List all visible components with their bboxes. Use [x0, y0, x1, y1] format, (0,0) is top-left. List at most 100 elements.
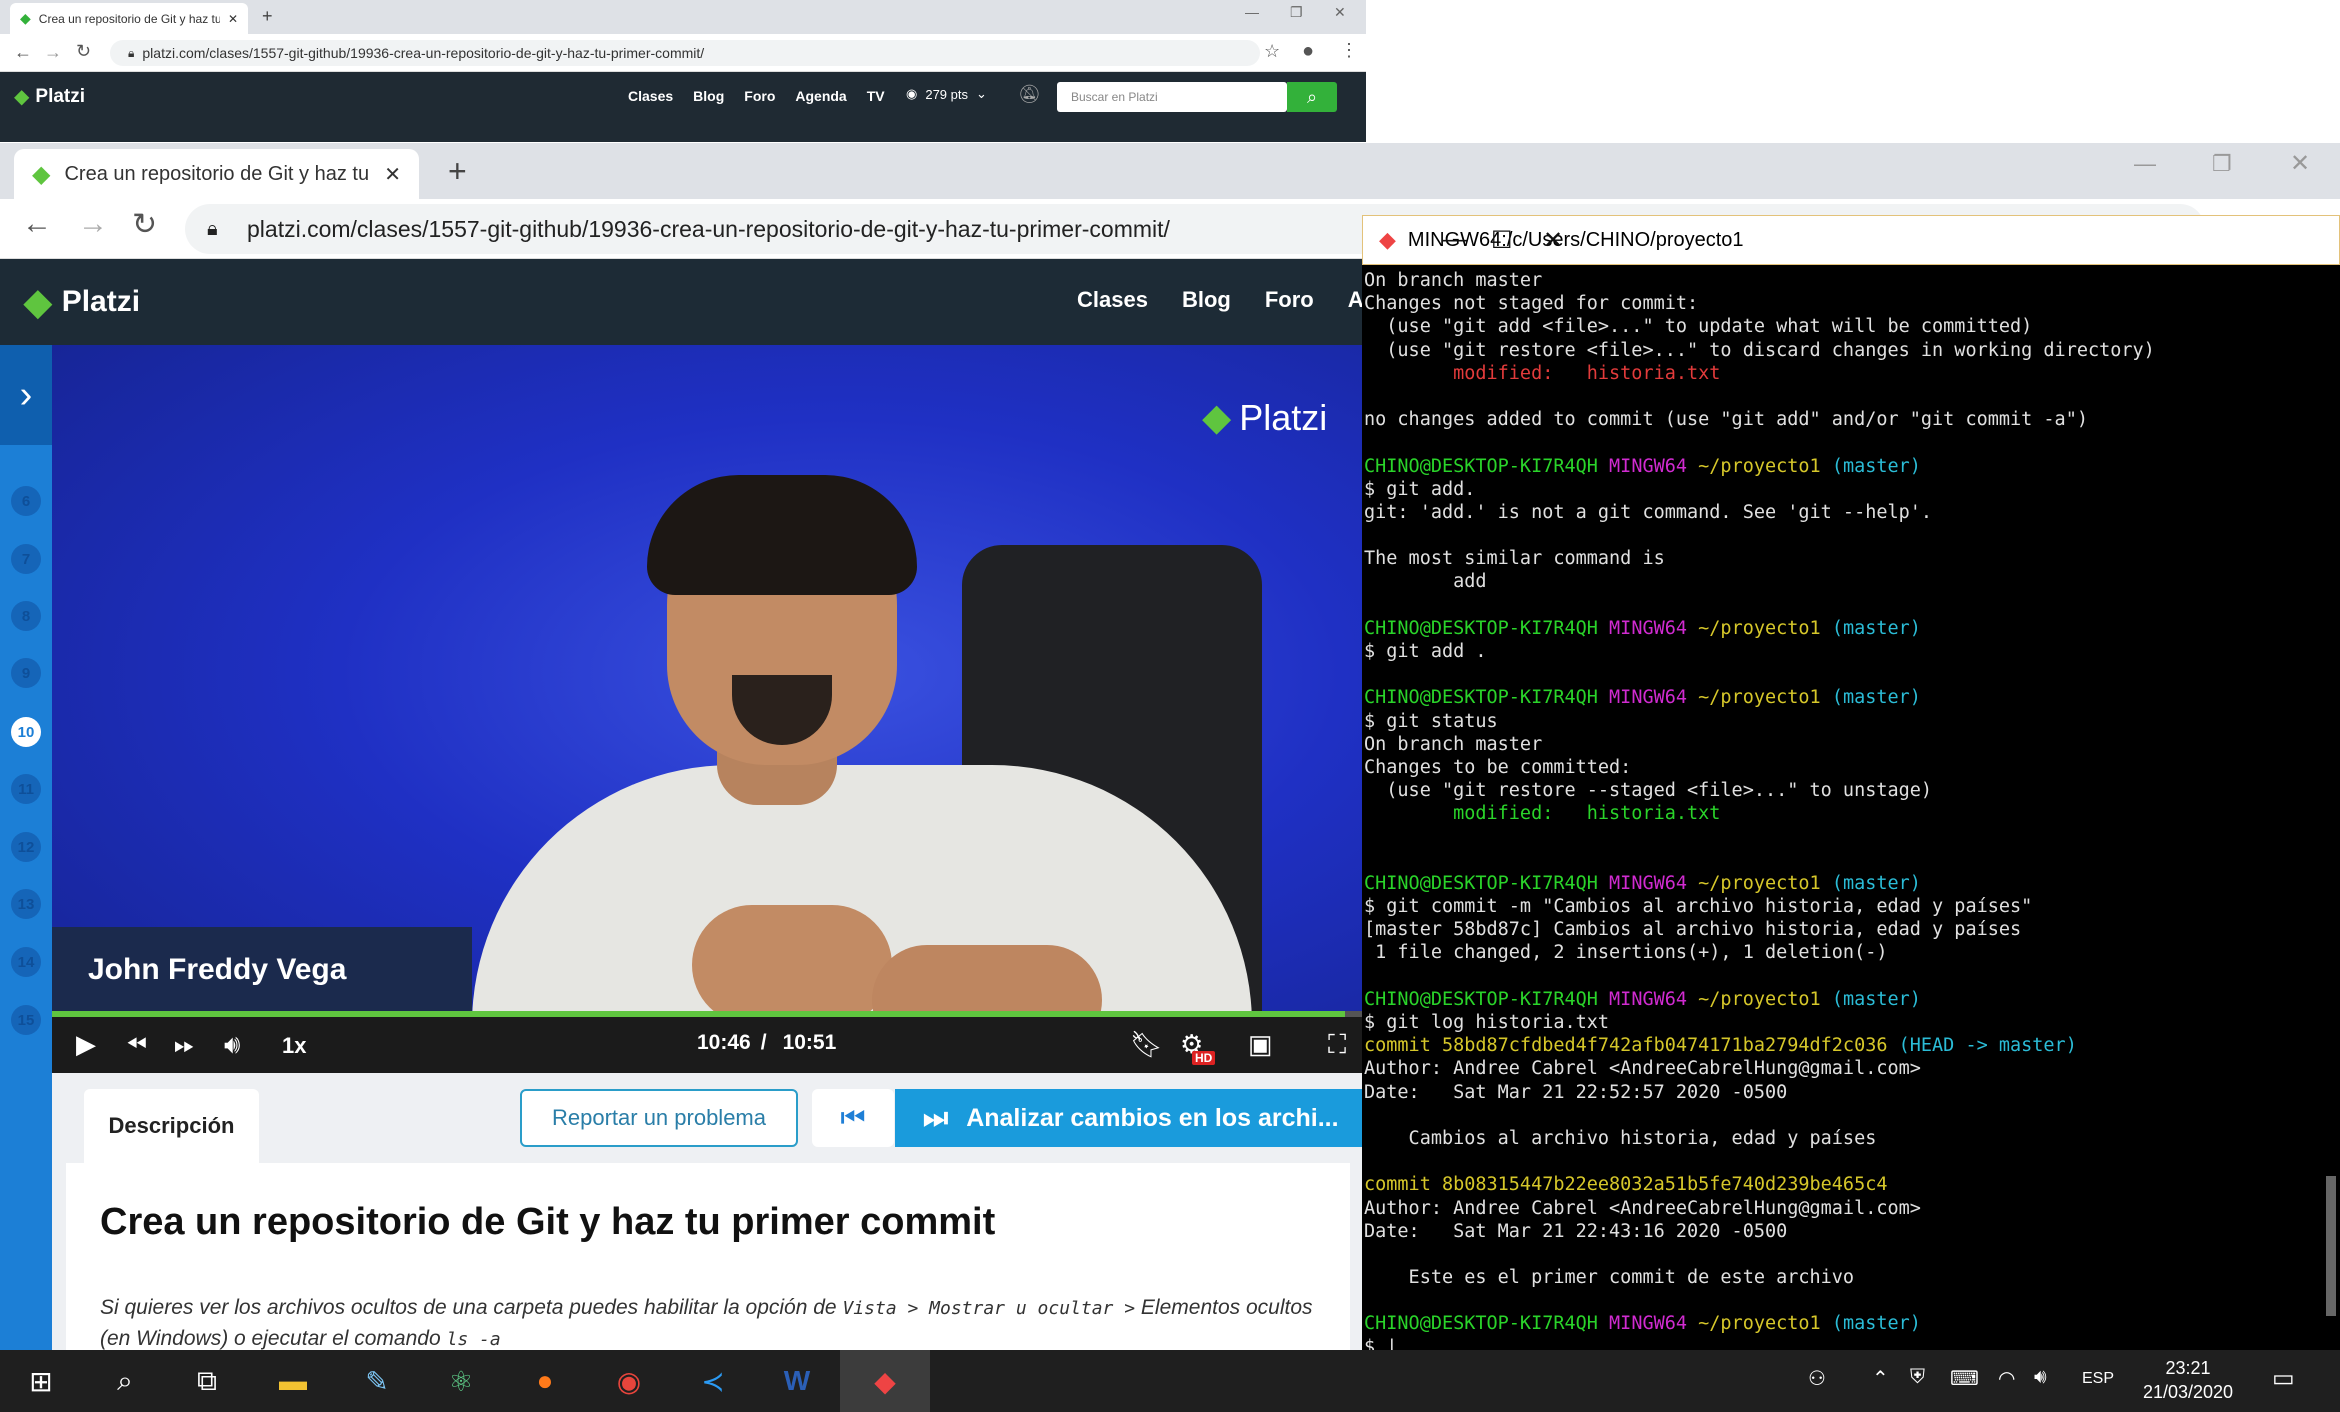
git-bash-terminal-window[interactable]: ◆ MINGW64:/c/Users/CHINO/proyecto1 — ☐ ✕…	[1362, 215, 2340, 1350]
commit-hash: commit 58bd87cfdbed4f742afb0474171ba2794…	[1364, 1035, 1888, 1057]
playback-speed[interactable]: 1x	[282, 1033, 306, 1059]
input-language[interactable]: ESP	[2082, 1370, 2114, 1388]
security-icon[interactable]: ⛨	[1910, 1366, 1925, 1389]
terminal-line: CHINO@DESKTOP-KI7R4QH MINGW64 ~/proyecto…	[1364, 455, 2340, 478]
back-nav-foro[interactable]: Foro	[744, 88, 775, 104]
back-tab-title: Crea un repositorio de Git y haz tu	[38, 11, 220, 26]
back-nav-links: Clases Blog Foro Agenda TV	[628, 88, 905, 104]
nav-foro[interactable]: Foro	[1265, 287, 1314, 313]
sidebar-step[interactable]: 11	[11, 774, 41, 804]
file-explorer-icon[interactable]: ▬	[272, 1360, 314, 1402]
new-tab-icon[interactable]: +	[262, 6, 273, 27]
close-window-icon[interactable]: ✕	[2290, 149, 2310, 178]
back-url-field[interactable]: 🔒︎ platzi.com/clases/1557-git-github/199…	[110, 40, 1260, 66]
close-tab-icon[interactable]: ✕	[228, 12, 238, 26]
forward-arrow-icon[interactable]: →	[44, 42, 62, 63]
sidebar-step[interactable]: 6	[11, 486, 41, 516]
maximize-icon[interactable]: ☐	[1491, 226, 1513, 255]
previous-lesson-button[interactable]: ⏮︎	[812, 1089, 894, 1147]
close-window-icon[interactable]: ✕	[1334, 4, 1346, 21]
new-tab-icon[interactable]: +	[448, 153, 467, 190]
back-nav-clases[interactable]: Clases	[628, 88, 673, 104]
picture-in-picture-icon[interactable]: ▣	[1248, 1029, 1273, 1060]
terminal-scrollbar[interactable]	[2326, 1176, 2336, 1316]
back-arrow-icon[interactable]: ←	[22, 207, 52, 241]
paint-app-icon[interactable]: ✎	[356, 1360, 398, 1402]
nav-blog[interactable]: Blog	[1182, 287, 1231, 313]
next-lesson-button[interactable]: ⏭︎ Analizar cambios en los archi...	[895, 1089, 1366, 1147]
firefox-icon[interactable]: ●	[524, 1360, 566, 1402]
maximize-icon[interactable]: ❐	[1290, 4, 1303, 21]
platzi-logo-icon: ◆	[24, 281, 52, 322]
back-search-input[interactable]: Buscar en Platzi	[1057, 82, 1287, 112]
vscode-icon[interactable]: ≺	[692, 1360, 734, 1402]
sidebar-step-active[interactable]: 10	[11, 717, 41, 747]
terminal-line: On branch master	[1364, 733, 1543, 755]
sidebar-step[interactable]: 9	[11, 658, 41, 688]
profile-icon[interactable]: ●	[1302, 40, 1314, 63]
terminal-line: commit 8b08315447b22ee8032a51b5fe740d239…	[1364, 1174, 1888, 1196]
back-browser-tab[interactable]: ◆ Crea un repositorio de Git y haz tu ✕	[10, 3, 248, 34]
sidebar-step[interactable]: 14	[11, 947, 41, 977]
video-player[interactable]: ◆ Platzi John Freddy Vega ▶ ⏪︎ ⏩︎ 🔊︎ 1x …	[52, 345, 1366, 1073]
windows-start-icon[interactable]: ⊞	[20, 1360, 62, 1402]
back-search-button[interactable]: ⌕	[1287, 82, 1337, 112]
rewind-icon[interactable]: ⏪︎	[126, 1029, 147, 1061]
terminal-line: (use "git restore <file>..." to discard …	[1364, 339, 2155, 361]
volume-icon[interactable]: 🔊︎	[2034, 1366, 2047, 1389]
minimize-icon[interactable]: —	[1443, 226, 1467, 254]
fullscreen-icon[interactable]: ⛶	[1328, 1029, 1346, 1061]
menu-dots-icon[interactable]: ⋮	[1340, 40, 1358, 61]
prompt-path: ~/proyecto1	[1698, 1313, 1821, 1335]
report-problem-button[interactable]: Reportar un problema	[520, 1089, 798, 1147]
sidebar-step[interactable]: 7	[11, 544, 41, 574]
play-icon[interactable]: ▶	[76, 1029, 96, 1060]
restore-icon[interactable]: ❐	[2212, 151, 2232, 177]
forward-arrow-icon[interactable]: →	[78, 207, 108, 241]
notification-bell-icon[interactable]: 🔕︎	[1018, 84, 1041, 105]
volume-icon[interactable]: 🔊︎	[224, 1029, 240, 1061]
background-browser-window: ◆ Crea un repositorio de Git y haz tu ✕ …	[0, 0, 1366, 145]
back-platzi-logo[interactable]: ◆ Platzi	[14, 84, 85, 109]
people-icon[interactable]: ⚇	[1808, 1366, 1826, 1391]
minimize-icon[interactable]: —	[2134, 151, 2156, 177]
back-arrow-icon[interactable]: ←	[14, 42, 32, 63]
nav-clases[interactable]: Clases	[1077, 287, 1148, 313]
system-clock[interactable]: 23:21 21/03/2020	[2128, 1356, 2248, 1404]
notifications-icon[interactable]: ▭	[2272, 1364, 2295, 1393]
close-tab-icon[interactable]: ✕	[384, 162, 401, 187]
word-icon[interactable]: W	[776, 1360, 818, 1402]
keyboard-icon[interactable]: ⌨	[1950, 1366, 1979, 1391]
git-bash-icon[interactable]: ◆	[864, 1360, 906, 1402]
chrome-icon[interactable]: ◉	[608, 1360, 650, 1402]
back-nav-tv[interactable]: TV	[867, 88, 885, 104]
atom-editor-icon[interactable]: ⚛	[440, 1360, 482, 1402]
wifi-icon[interactable]: ◠	[1998, 1366, 2015, 1391]
bookmark-icon[interactable]: 🔖︎	[1130, 1029, 1163, 1060]
sidebar-step[interactable]: 13	[11, 889, 41, 919]
back-nav-blog[interactable]: Blog	[693, 88, 724, 104]
sidebar-step[interactable]: 8	[11, 601, 41, 631]
show-hidden-icons-icon[interactable]: ⌃	[1872, 1366, 1889, 1391]
expand-sidebar-button[interactable]: ›	[0, 345, 52, 445]
back-nav-agenda[interactable]: Agenda	[795, 88, 846, 104]
terminal-output[interactable]: On branch master Changes not staged for c…	[1362, 265, 2340, 1350]
fast-forward-icon[interactable]: ⏩︎	[174, 1029, 195, 1061]
sidebar-step[interactable]: 12	[11, 832, 41, 862]
tab-description[interactable]: Descripción	[84, 1089, 259, 1163]
reload-icon[interactable]: ↻	[132, 207, 157, 242]
task-view-icon[interactable]: ⧉	[186, 1360, 228, 1402]
prompt-user: CHINO@DESKTOP-KI7R4QH	[1364, 988, 1598, 1010]
reload-icon[interactable]: ↻	[76, 41, 91, 62]
minimize-icon[interactable]: —	[1245, 4, 1259, 20]
sidebar-step[interactable]: 15	[11, 1005, 41, 1035]
search-icon[interactable]: ⌕	[104, 1360, 146, 1402]
terminal-line: Cambios al archivo historia, edad y país…	[1364, 1127, 1877, 1149]
platzi-logo-icon: ◆	[14, 86, 30, 108]
close-window-icon[interactable]: ✕	[1543, 226, 1563, 255]
star-icon[interactable]: ☆	[1264, 41, 1280, 62]
front-browser-tab[interactable]: ◆ Crea un repositorio de Git y haz tu ✕	[14, 149, 419, 199]
points-badge[interactable]: ◉ 279 pts ⌄	[906, 86, 987, 102]
platzi-logo[interactable]: ◆ Platzi	[24, 281, 140, 323]
